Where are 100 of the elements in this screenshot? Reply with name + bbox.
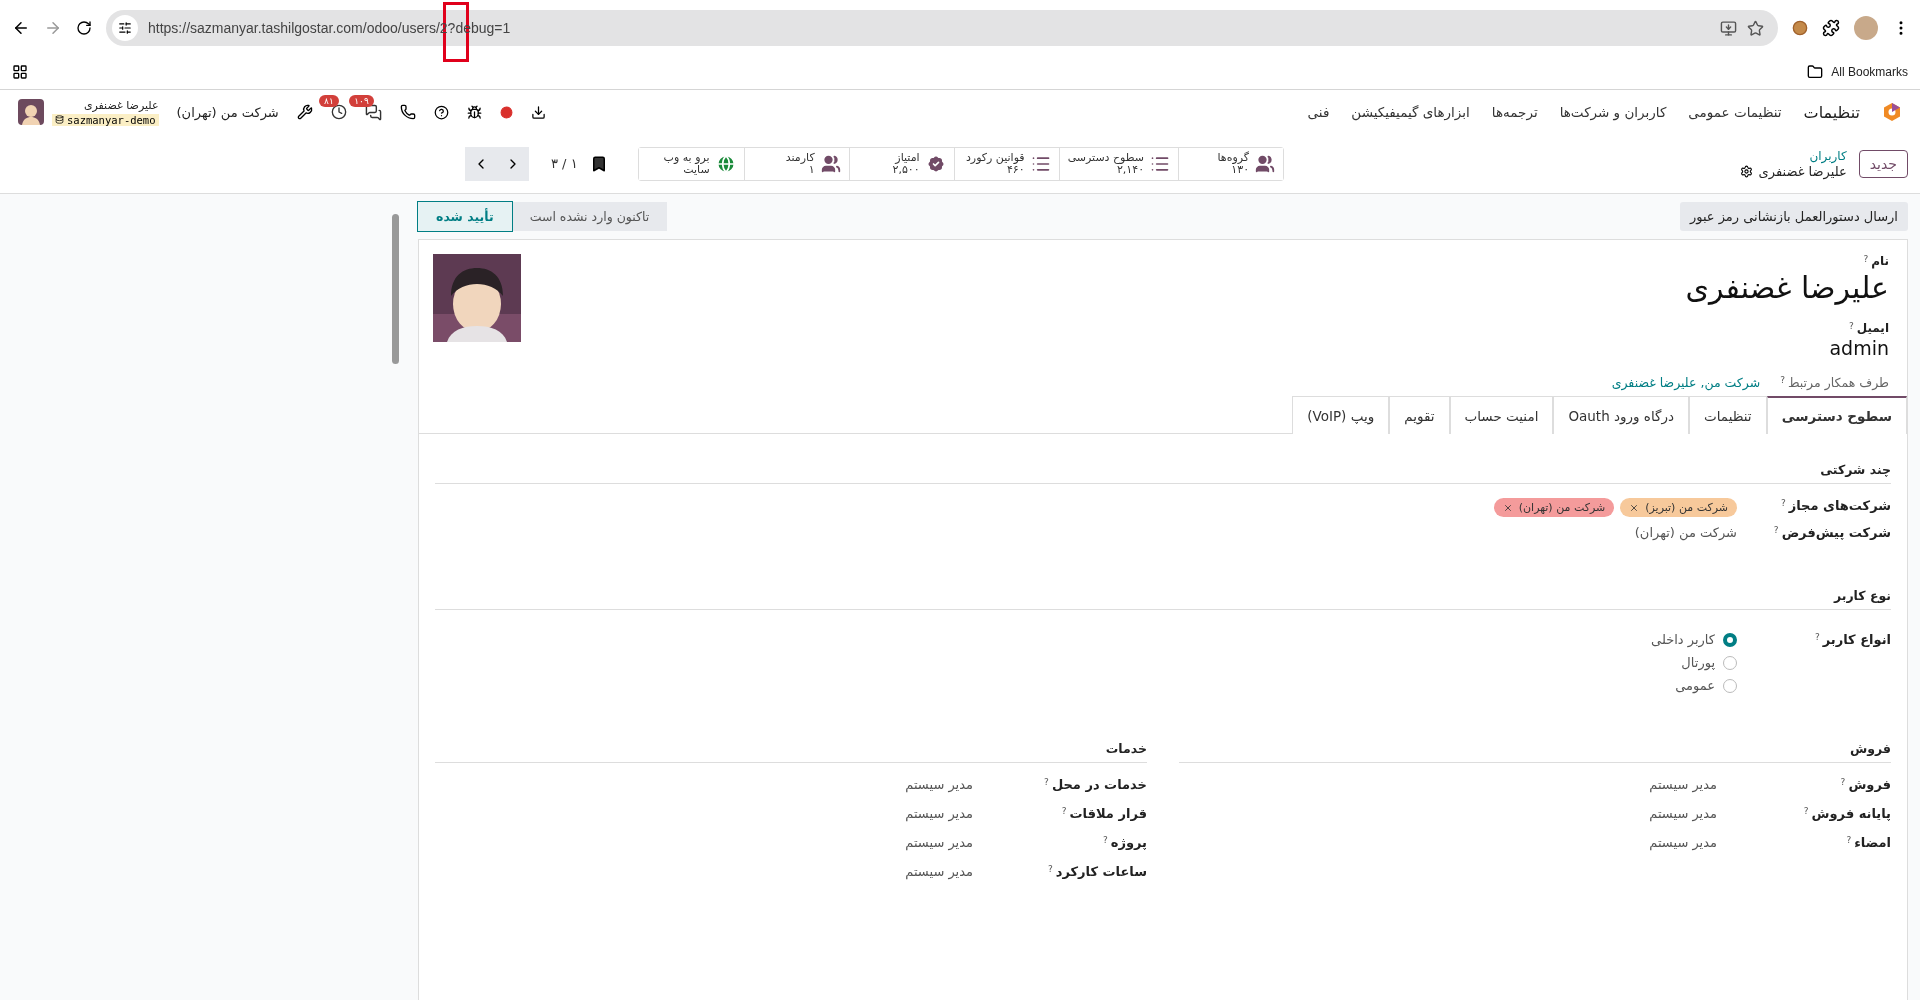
- field-label: ساعات کارکرد: [1055, 864, 1147, 879]
- menu-item[interactable]: تنظیمات عمومی: [1688, 104, 1782, 120]
- status-stage[interactable]: تاکنون وارد نشده است: [511, 202, 668, 231]
- form-tab[interactable]: ویپ (VoIP): [1292, 396, 1390, 434]
- tools-icon[interactable]: [296, 104, 313, 120]
- install-icon[interactable]: [1720, 19, 1737, 37]
- field-label: ایمیل: [1856, 321, 1889, 335]
- remove-icon[interactable]: [1502, 502, 1513, 513]
- new-button[interactable]: جدید: [1858, 149, 1908, 178]
- smart-button[interactable]: گروه‌ها ۱۳۰: [1178, 147, 1284, 180]
- help-mark: ?: [1840, 777, 1846, 787]
- help-mark: ?: [1814, 632, 1820, 642]
- bookmarks-link[interactable]: All Bookmarks: [1831, 65, 1908, 79]
- forward-icon[interactable]: [44, 19, 62, 37]
- radio-button[interactable]: [1723, 632, 1737, 647]
- field-label: خدمات در محل: [1051, 777, 1147, 792]
- help-mark: ?: [1103, 835, 1108, 845]
- help-mark: ?: [1773, 525, 1779, 535]
- section-title: فروش: [1850, 741, 1891, 756]
- users-icon: [1255, 153, 1276, 174]
- radio-button[interactable]: [1723, 678, 1737, 693]
- breadcrumb-link[interactable]: کاربران: [1739, 148, 1847, 163]
- form-tab[interactable]: تنظیمات: [1689, 396, 1767, 434]
- settings-icon[interactable]: [1739, 164, 1753, 178]
- user-name: علیرضا غضنفری: [83, 98, 159, 112]
- pager-text: ۱ / ۳: [551, 156, 578, 171]
- record-icon[interactable]: [499, 105, 513, 119]
- field-label: نام: [1871, 254, 1889, 268]
- help-mark: ?: [1780, 498, 1786, 508]
- company-tag[interactable]: شرکت من (تبریز): [1620, 498, 1737, 517]
- help-mark: ?: [1846, 835, 1852, 845]
- status-stage[interactable]: تأیید شده: [418, 202, 512, 231]
- partner-link[interactable]: شرکت من, علیرضا غضنفری: [1611, 375, 1761, 390]
- database-name: sazmanyar-demo: [52, 113, 159, 126]
- extensions-icon[interactable]: [1822, 19, 1840, 37]
- next-button[interactable]: [497, 146, 529, 181]
- record-title: علیرضا غضنفری: [1758, 163, 1847, 179]
- radio-option[interactable]: پورتال: [1651, 655, 1737, 670]
- company-tag[interactable]: شرکت من (تهران): [1493, 498, 1615, 517]
- form-tab[interactable]: تقویم: [1389, 396, 1450, 434]
- menu-item[interactable]: کاربران و شرکت‌ها: [1559, 104, 1667, 120]
- logo-icon: [1882, 102, 1902, 122]
- menu-item[interactable]: فنی: [1307, 104, 1330, 120]
- phone-icon[interactable]: [399, 104, 416, 120]
- help-icon[interactable]: [433, 104, 449, 120]
- help-mark: ?: [1863, 254, 1869, 264]
- radio-option[interactable]: عمومی: [1651, 678, 1737, 693]
- form-tab[interactable]: امنیت حساب: [1449, 396, 1554, 434]
- field-label: طرف همکار مرتبط: [1787, 375, 1889, 390]
- section-title: نوع کاربر: [1833, 588, 1891, 603]
- menu-item[interactable]: ابزارهای گیمیفیکیشن: [1351, 104, 1470, 120]
- section-title: خدمات: [1105, 741, 1147, 756]
- help-mark: ?: [1848, 321, 1854, 331]
- radio-button[interactable]: [1723, 655, 1737, 670]
- field-value: مدیر سیستم: [1649, 777, 1717, 792]
- field-label: انواع کاربر: [1822, 632, 1891, 647]
- globe-icon: [715, 153, 736, 174]
- field-value: مدیر سیستم: [905, 864, 973, 879]
- field-value: مدیر سیستم: [1649, 806, 1717, 821]
- form-tab[interactable]: سطوح دسترسی: [1766, 396, 1907, 434]
- user-avatar[interactable]: [18, 99, 44, 125]
- bug-icon[interactable]: [466, 104, 482, 120]
- field-label: پروژه: [1110, 835, 1147, 850]
- site-info-icon[interactable]: [112, 15, 138, 41]
- bookmark-star-icon[interactable]: [1747, 19, 1764, 37]
- field-value: شرکت من (تهران): [1634, 525, 1737, 540]
- app-title[interactable]: تنظیمات: [1803, 102, 1860, 122]
- scrollbar-thumb[interactable]: [392, 214, 399, 364]
- field-label: قرار ملاقات: [1069, 806, 1147, 821]
- previous-button[interactable]: [465, 146, 497, 181]
- help-mark: ?: [1061, 806, 1067, 816]
- remove-icon[interactable]: [1629, 502, 1640, 513]
- help-mark: ?: [1047, 864, 1053, 874]
- help-mark: ?: [1780, 375, 1785, 385]
- field-label: شرکت‌های مجاز: [1788, 498, 1891, 513]
- back-icon[interactable]: [12, 19, 30, 37]
- form-tab[interactable]: درگاه ورود Oauth: [1553, 396, 1689, 434]
- messages-icon[interactable]: [364, 103, 382, 121]
- field-value: مدیر سیستم: [905, 777, 973, 792]
- field-label: شرکت پیش‌فرض: [1781, 525, 1891, 540]
- menu-item[interactable]: ترجمه‌ها: [1491, 104, 1538, 120]
- folder-icon: [1807, 64, 1824, 80]
- help-mark: ?: [1803, 806, 1809, 816]
- company-switcher[interactable]: شرکت من (تهران): [176, 104, 279, 120]
- apps-icon[interactable]: [12, 64, 28, 80]
- field-label: امضاء: [1854, 835, 1891, 850]
- field-value: مدیر سیستم: [1649, 835, 1717, 850]
- field-label: فروش: [1848, 777, 1891, 792]
- count-badge: ۱۰۹: [349, 94, 374, 107]
- user-name-field: علیرضا غضنفری: [1685, 270, 1889, 305]
- radio-option[interactable]: کاربر داخلی: [1651, 632, 1737, 647]
- database-icon: [55, 115, 64, 124]
- field-value: مدیر سیستم: [905, 835, 973, 850]
- reload-icon[interactable]: [76, 20, 92, 36]
- count-badge: ۸۱: [319, 95, 339, 107]
- users-icon: [820, 153, 841, 174]
- download-icon[interactable]: [530, 104, 546, 120]
- section-title: چند شرکتی: [1820, 462, 1891, 477]
- activity-icon[interactable]: [330, 104, 347, 120]
- reset-password-button[interactable]: ارسال دستورالعمل بازنشانی رمز عبور: [1679, 202, 1908, 231]
